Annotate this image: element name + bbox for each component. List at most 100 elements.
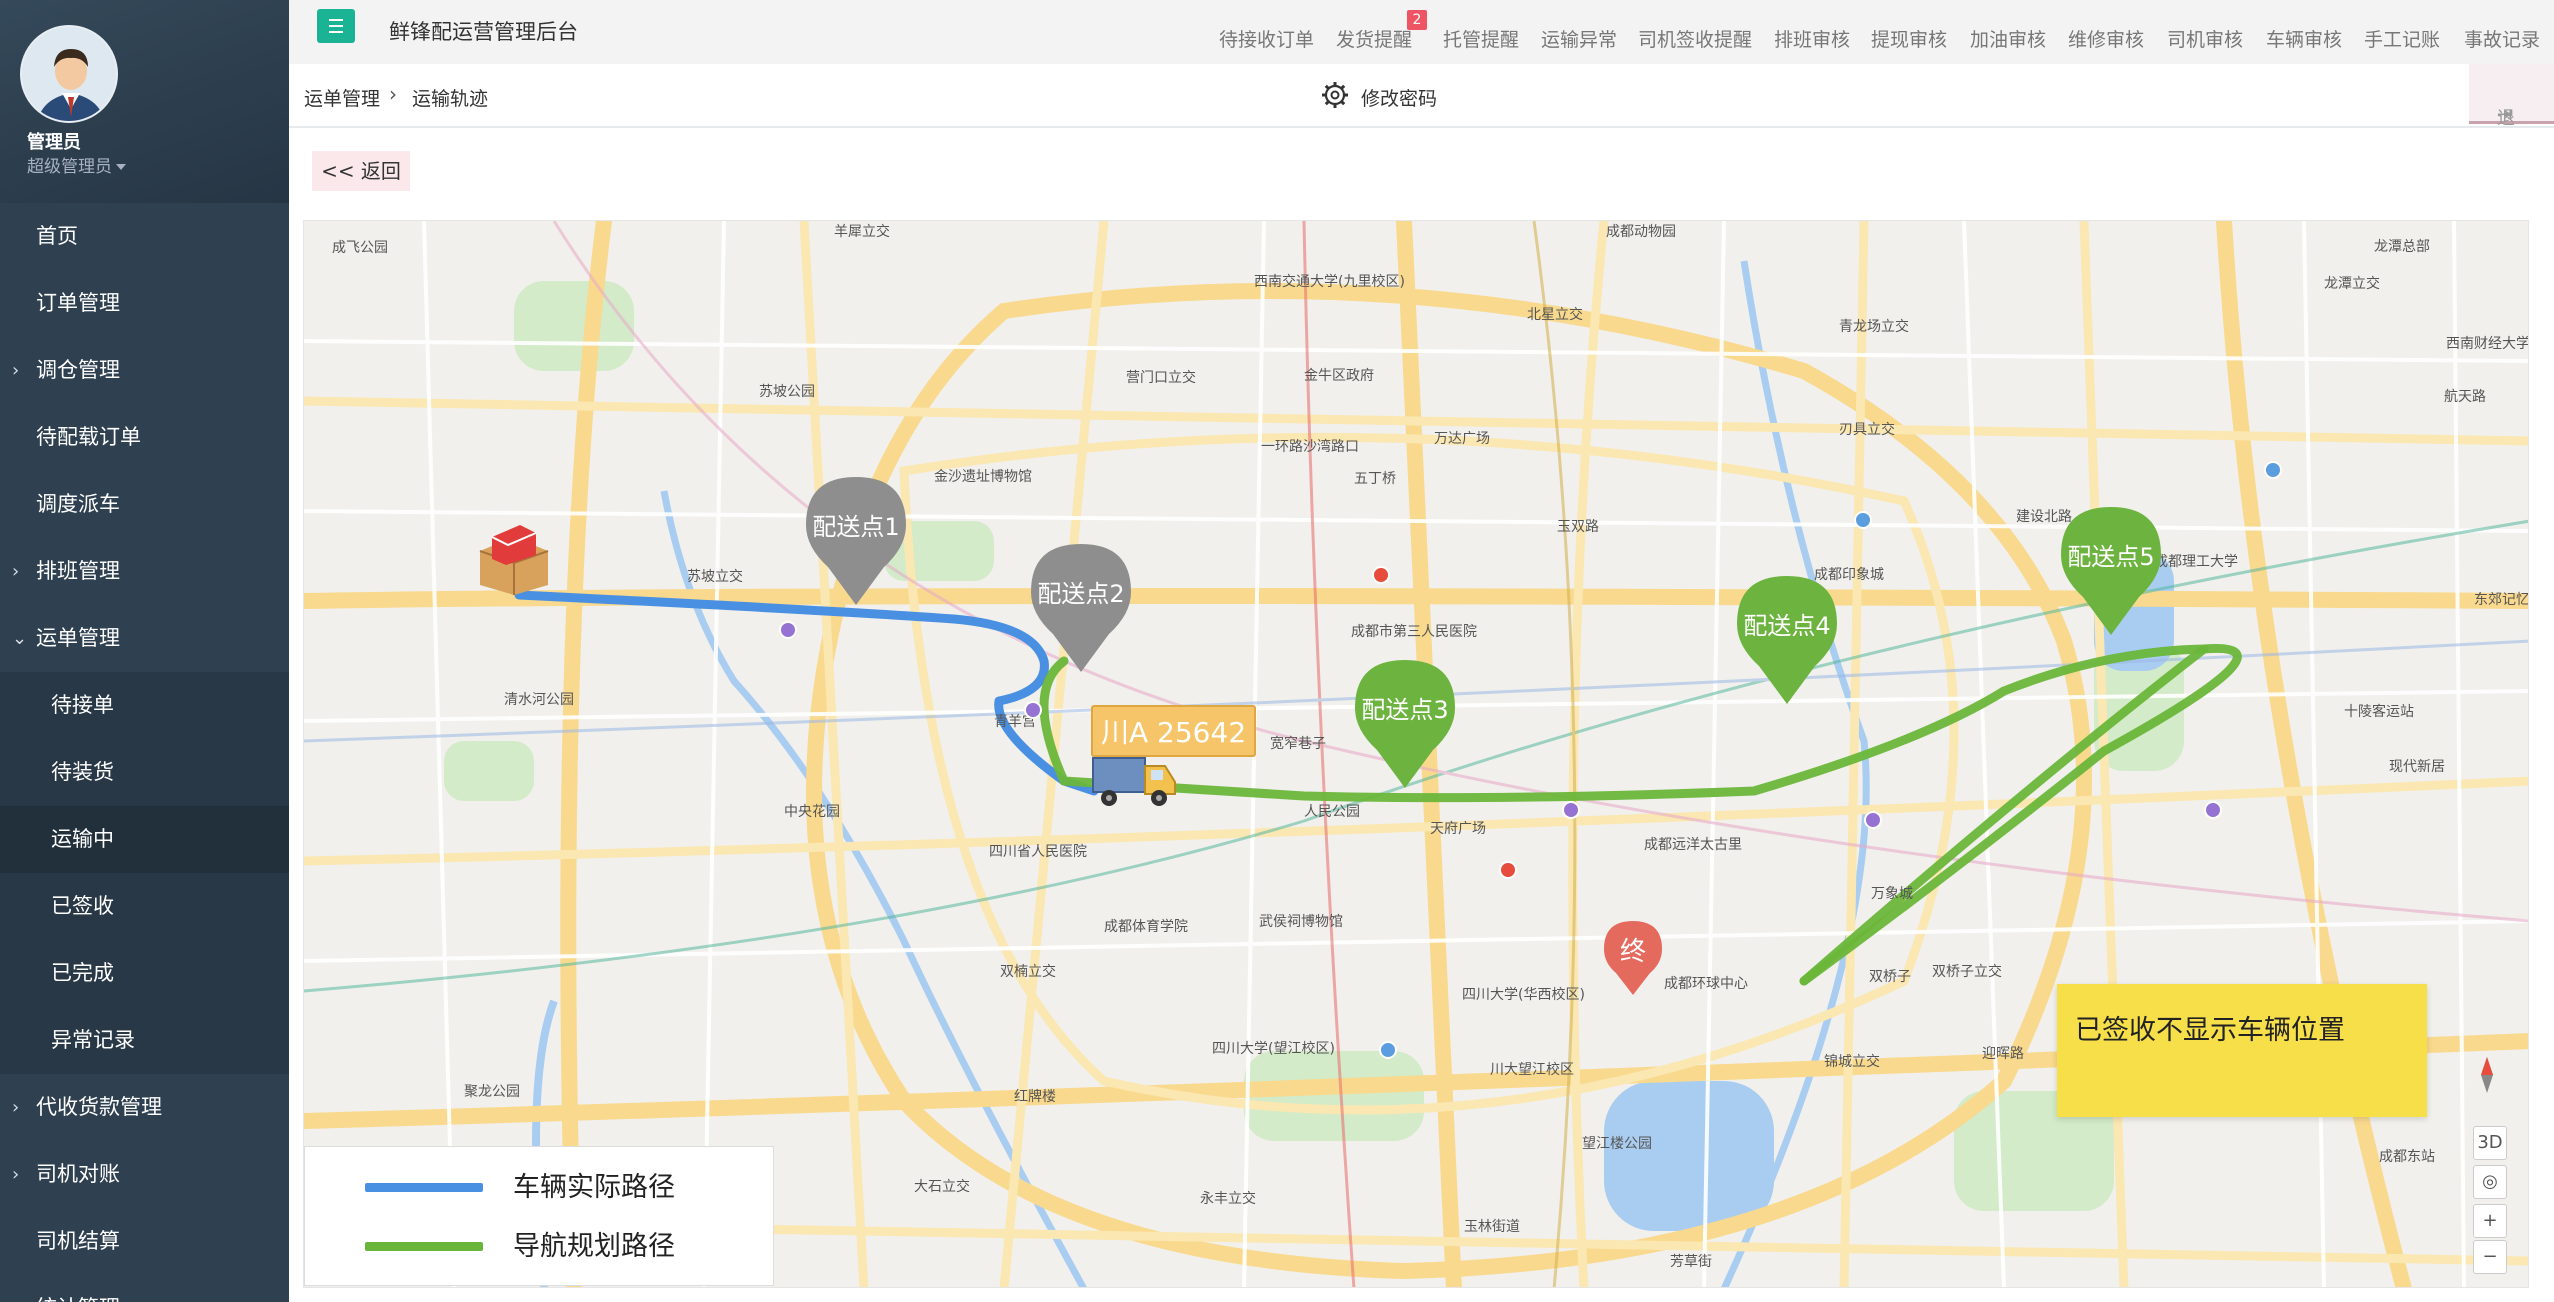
map-label: 刃具立交 (1839, 422, 1895, 438)
sidebar-item[interactable]: 运输中 (0, 806, 289, 873)
poi-marker[interactable] (2264, 461, 2282, 479)
sidebar-item-label: 代收货款管理 (36, 1095, 162, 1119)
sidebar-item[interactable]: 异常记录 (0, 1007, 289, 1074)
delivery-pin-4[interactable]: 配送点4 (1737, 576, 1837, 706)
sidebar-item[interactable]: 调度派车 (0, 471, 289, 538)
breadcrumb-section[interactable]: 运单管理 (304, 84, 380, 111)
poi-marker[interactable] (1499, 861, 1517, 879)
truck-icon[interactable] (1089, 744, 1179, 814)
sidebar-item-label: 司机结算 (36, 1229, 120, 1253)
zoom-in-button[interactable]: + (2473, 1204, 2507, 1238)
map-label: 武侯祠博物馆 (1259, 914, 1343, 930)
map-label: 万象城 (1871, 886, 1913, 902)
poi-marker[interactable] (1372, 566, 1390, 584)
delivery-pin-label: 配送点3 (1361, 696, 1449, 724)
sidebar-nav: 首页订单管理 › 调仓管理 待配载订单 调度派车 › 排班管理 ⌄ 运单管理待接单待装货 运输中已… (0, 203, 289, 1302)
legend-actual-route: 车辆实际路径 (513, 1172, 675, 1203)
avatar[interactable] (20, 25, 118, 123)
poi-marker[interactable] (779, 621, 797, 639)
3d-toggle-button[interactable]: 3D (2473, 1126, 2507, 1160)
poi-marker[interactable] (1854, 511, 1872, 529)
alert-link[interactable]: 车辆审核 (2266, 25, 2342, 52)
sidebar-item-label: 首页 (36, 224, 78, 248)
profile-panel: 管理员 超级管理员 (0, 0, 289, 203)
map-label: 四川大学(华西校区) (1462, 987, 1585, 1003)
sidebar-item-label: 已完成 (51, 961, 114, 985)
map-label: 龙潭总部 (2374, 239, 2430, 255)
delivery-pin-3[interactable]: 配送点3 (1355, 660, 1455, 790)
poi-marker[interactable] (1864, 811, 1882, 829)
map-legend: 车辆实际路径 导航规划路径 (304, 1146, 774, 1286)
map-label: 四川大学(望江校区) (1212, 1041, 1335, 1057)
end-marker[interactable]: 终 (1604, 921, 1662, 997)
hamburger-icon (329, 19, 343, 21)
chevron-down-icon: ⌄ (12, 628, 28, 649)
poi-marker[interactable] (1562, 801, 1580, 819)
sidebar-item[interactable]: 订单管理 (0, 270, 289, 337)
compass-icon[interactable] (2467, 1053, 2507, 1097)
map-label: 双桥子立交 (1932, 964, 2002, 980)
actual-route-swatch (365, 1183, 483, 1192)
alert-link[interactable]: 发货提醒 (1336, 25, 1412, 52)
warehouse-start-icon[interactable] (472, 521, 556, 597)
alert-link[interactable]: 提现审核 (1871, 25, 1947, 52)
sidebar-item[interactable]: 首页 (0, 203, 289, 270)
sidebar-item[interactable]: ⌄ 运单管理 (0, 605, 289, 672)
map-label: 金沙遗址博物馆 (934, 469, 1032, 485)
sidebar-item-label: 异常记录 (51, 1028, 135, 1052)
delivery-pin-5[interactable]: 配送点5 (2061, 507, 2161, 637)
alert-link[interactable]: 待接收订单 (1219, 25, 1314, 52)
poi-marker[interactable] (2204, 801, 2222, 819)
alert-link[interactable]: 运输异常 (1541, 25, 1617, 52)
sidebar-item-label: 订单管理 (36, 291, 120, 315)
alert-link[interactable]: 维修审核 (2068, 25, 2144, 52)
sidebar-item-label: 待接单 (51, 693, 114, 717)
sidebar-item[interactable]: › 排班管理 (0, 538, 289, 605)
menu-toggle-button[interactable] (317, 9, 355, 43)
top-bar: 鲜锋配运营管理后台 待接收订单 发货提醒 2 托管提醒 运输异常 司机签收提醒 … (289, 0, 2554, 64)
delivery-pin-1[interactable]: 配送点1 (806, 477, 906, 607)
delivery-pin-2[interactable]: 配送点2 (1031, 544, 1131, 674)
sidebar-item[interactable]: 待接单 (0, 672, 289, 739)
gear-icon[interactable] (1320, 80, 1350, 110)
breadcrumb-current: 运输轨迹 (412, 88, 489, 110)
sidebar-item[interactable]: 待装货 (0, 739, 289, 806)
map-label: 苏坡立交 (687, 569, 743, 585)
sidebar-item-label: 统计管理 (36, 1296, 120, 1302)
logout-button[interactable]: ⇥ 退出 (2469, 64, 2554, 155)
legend-planned-route: 导航规划路径 (513, 1231, 675, 1262)
map-label: 北星立交 (1527, 307, 1583, 323)
alert-link[interactable]: 托管提醒 (1443, 25, 1519, 52)
sidebar-item[interactable]: › 统计管理 (0, 1275, 289, 1302)
sidebar-item[interactable]: 已完成 (0, 940, 289, 1007)
locate-icon[interactable]: ◎ (2473, 1165, 2507, 1199)
map-view[interactable]: 羊犀立交 成飞公园 西南交通大学(九里校区) 北星立交 成都动物园 青龙场立交 … (303, 220, 2529, 1288)
poi-marker[interactable] (1024, 701, 1042, 719)
sidebar-item[interactable]: 已签收 (0, 873, 289, 940)
sidebar-item[interactable]: › 司机对账 (0, 1141, 289, 1208)
alert-link[interactable]: 加油审核 (1970, 25, 2046, 52)
alert-link[interactable]: 手工记账 (2364, 25, 2440, 52)
notification-badge: 2 (1407, 10, 1427, 30)
zoom-out-button[interactable]: − (2473, 1240, 2507, 1274)
breadcrumb-bar: 运单管理 › 运输轨迹 修改密码 ⇥ 退出 (289, 64, 2554, 155)
sidebar-item-label: 司机对账 (36, 1162, 120, 1186)
map-label: 红牌楼 (1014, 1089, 1056, 1105)
sidebar-item[interactable]: 司机结算 (0, 1208, 289, 1275)
sidebar-item[interactable]: › 调仓管理 (0, 337, 289, 404)
sidebar-item[interactable]: › 代收货款管理 (0, 1074, 289, 1141)
map-label: 大石立交 (914, 1179, 970, 1195)
alert-link[interactable]: 排班审核 (1774, 25, 1850, 52)
profile-role-dropdown[interactable]: 超级管理员 (27, 152, 126, 177)
change-password-link[interactable]: 修改密码 (1361, 84, 1437, 111)
map-label: 聚龙公园 (464, 1084, 520, 1100)
status-notice: 已签收不显示车辆位置 (2057, 984, 2427, 1117)
alert-link[interactable]: 司机审核 (2167, 25, 2243, 52)
sidebar-item-label: 已签收 (51, 894, 114, 918)
back-button[interactable]: << 返回 (312, 151, 410, 191)
alert-link[interactable]: 司机签收提醒 (1638, 25, 1752, 52)
sidebar-item-label: 运单管理 (36, 626, 120, 650)
sidebar-item[interactable]: 待配载订单 (0, 404, 289, 471)
poi-marker[interactable] (1379, 1041, 1397, 1059)
alert-link[interactable]: 事故记录 (2464, 25, 2540, 52)
